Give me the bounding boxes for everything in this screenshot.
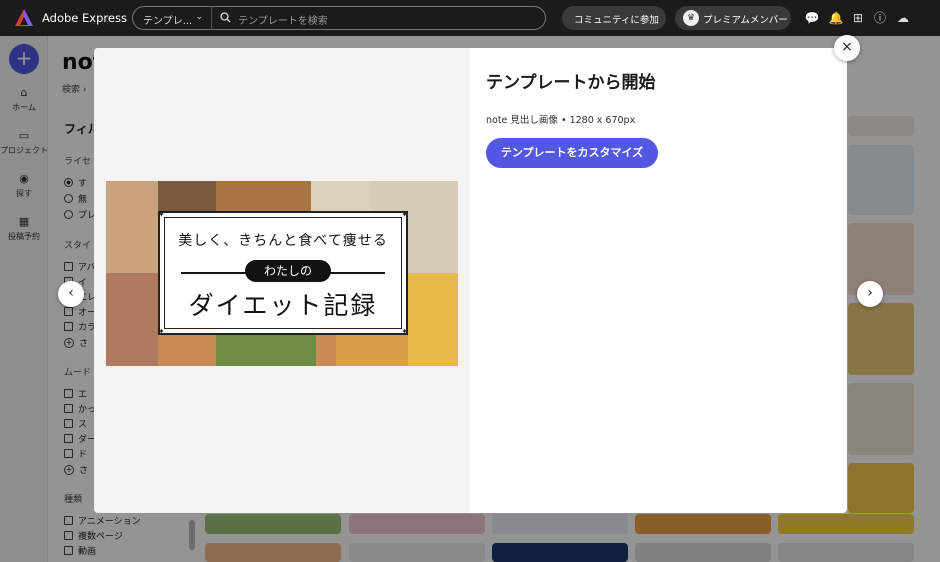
template-modal: 美しく、きちんと食べて痩せる わたしの ダイエット記録 ✦ ✦ ✦ ✦ テンプレ… (94, 48, 847, 513)
adobe-express-logo[interactable] (14, 8, 34, 28)
search-icon (220, 12, 231, 23)
chevron-down-icon: ⌄ (195, 12, 203, 22)
chevron-left-icon[interactable]: ‹ (58, 281, 84, 307)
photo-tile (158, 181, 216, 211)
premium-member-button[interactable]: ♛ プレミアムメンバー (675, 6, 791, 30)
brand-name[interactable]: Adobe Express (42, 11, 127, 25)
preview-headline: 美しく、きちんと食べて痩せる (178, 233, 388, 249)
help-icon[interactable]: ⓘ (872, 10, 888, 26)
photo-tile (216, 335, 316, 366)
template-info: テンプレートから開始 note 見出し画像 • 1280 x 670px テンプ… (486, 68, 658, 168)
preview-main-title: ダイエット記録 (188, 291, 378, 320)
customize-template-button[interactable]: テンプレートをカスタマイズ (486, 138, 658, 168)
photo-tile (408, 273, 458, 366)
template-meta: note 見出し画像 • 1280 x 670px (486, 115, 636, 126)
premium-member-label: プレミアムメンバー (703, 15, 788, 26)
template-type-select[interactable]: テンプレ... ⌄ (132, 6, 212, 30)
ornament-icon: ✦ (158, 327, 165, 336)
title-card-frame: 美しく、きちんと食べて痩せる わたしの ダイエット記録 (164, 217, 402, 329)
search-input[interactable]: テンプレートを検索 (211, 6, 546, 30)
photo-tile (106, 181, 158, 273)
template-preview-image[interactable]: 美しく、きちんと食べて痩せる わたしの ダイエット記録 ✦ ✦ ✦ ✦ (106, 181, 458, 366)
search-placeholder: テンプレートを検索 (238, 16, 328, 27)
photo-tile (311, 181, 371, 211)
preview-subtitle: わたしの (245, 260, 331, 282)
apps-grid-icon[interactable]: ⊞ (850, 10, 866, 26)
photo-tile (216, 181, 311, 211)
community-button-label: コミュニティに参加 (574, 15, 659, 26)
chat-icon[interactable]: 💬 (804, 10, 820, 26)
chevron-right-icon[interactable]: › (857, 281, 883, 307)
ornament-icon: ✦ (401, 210, 408, 219)
photo-tile (106, 273, 158, 366)
top-bar: Adobe Express テンプレ... ⌄ テンプレートを検索 コミュニティ… (0, 0, 940, 36)
photo-tile (336, 335, 408, 366)
close-icon[interactable]: × (834, 35, 860, 61)
community-button[interactable]: コミュニティに参加 (562, 6, 666, 30)
modal-title: テンプレートから開始 (486, 73, 656, 93)
crown-icon: ♛ (683, 10, 699, 26)
template-type-value: テンプレ... (143, 16, 193, 27)
preview-pane: 美しく、きちんと食べて痩せる わたしの ダイエット記録 ✦ ✦ ✦ ✦ (94, 48, 470, 513)
ornament-icon: ✦ (401, 327, 408, 336)
preview-title-card: 美しく、きちんと食べて痩せる わたしの ダイエット記録 ✦ ✦ ✦ ✦ (158, 210, 408, 336)
bell-icon[interactable]: 🔔 (828, 10, 844, 26)
ornament-icon: ✦ (158, 210, 165, 219)
creative-cloud-icon[interactable]: ☁ (895, 10, 911, 26)
